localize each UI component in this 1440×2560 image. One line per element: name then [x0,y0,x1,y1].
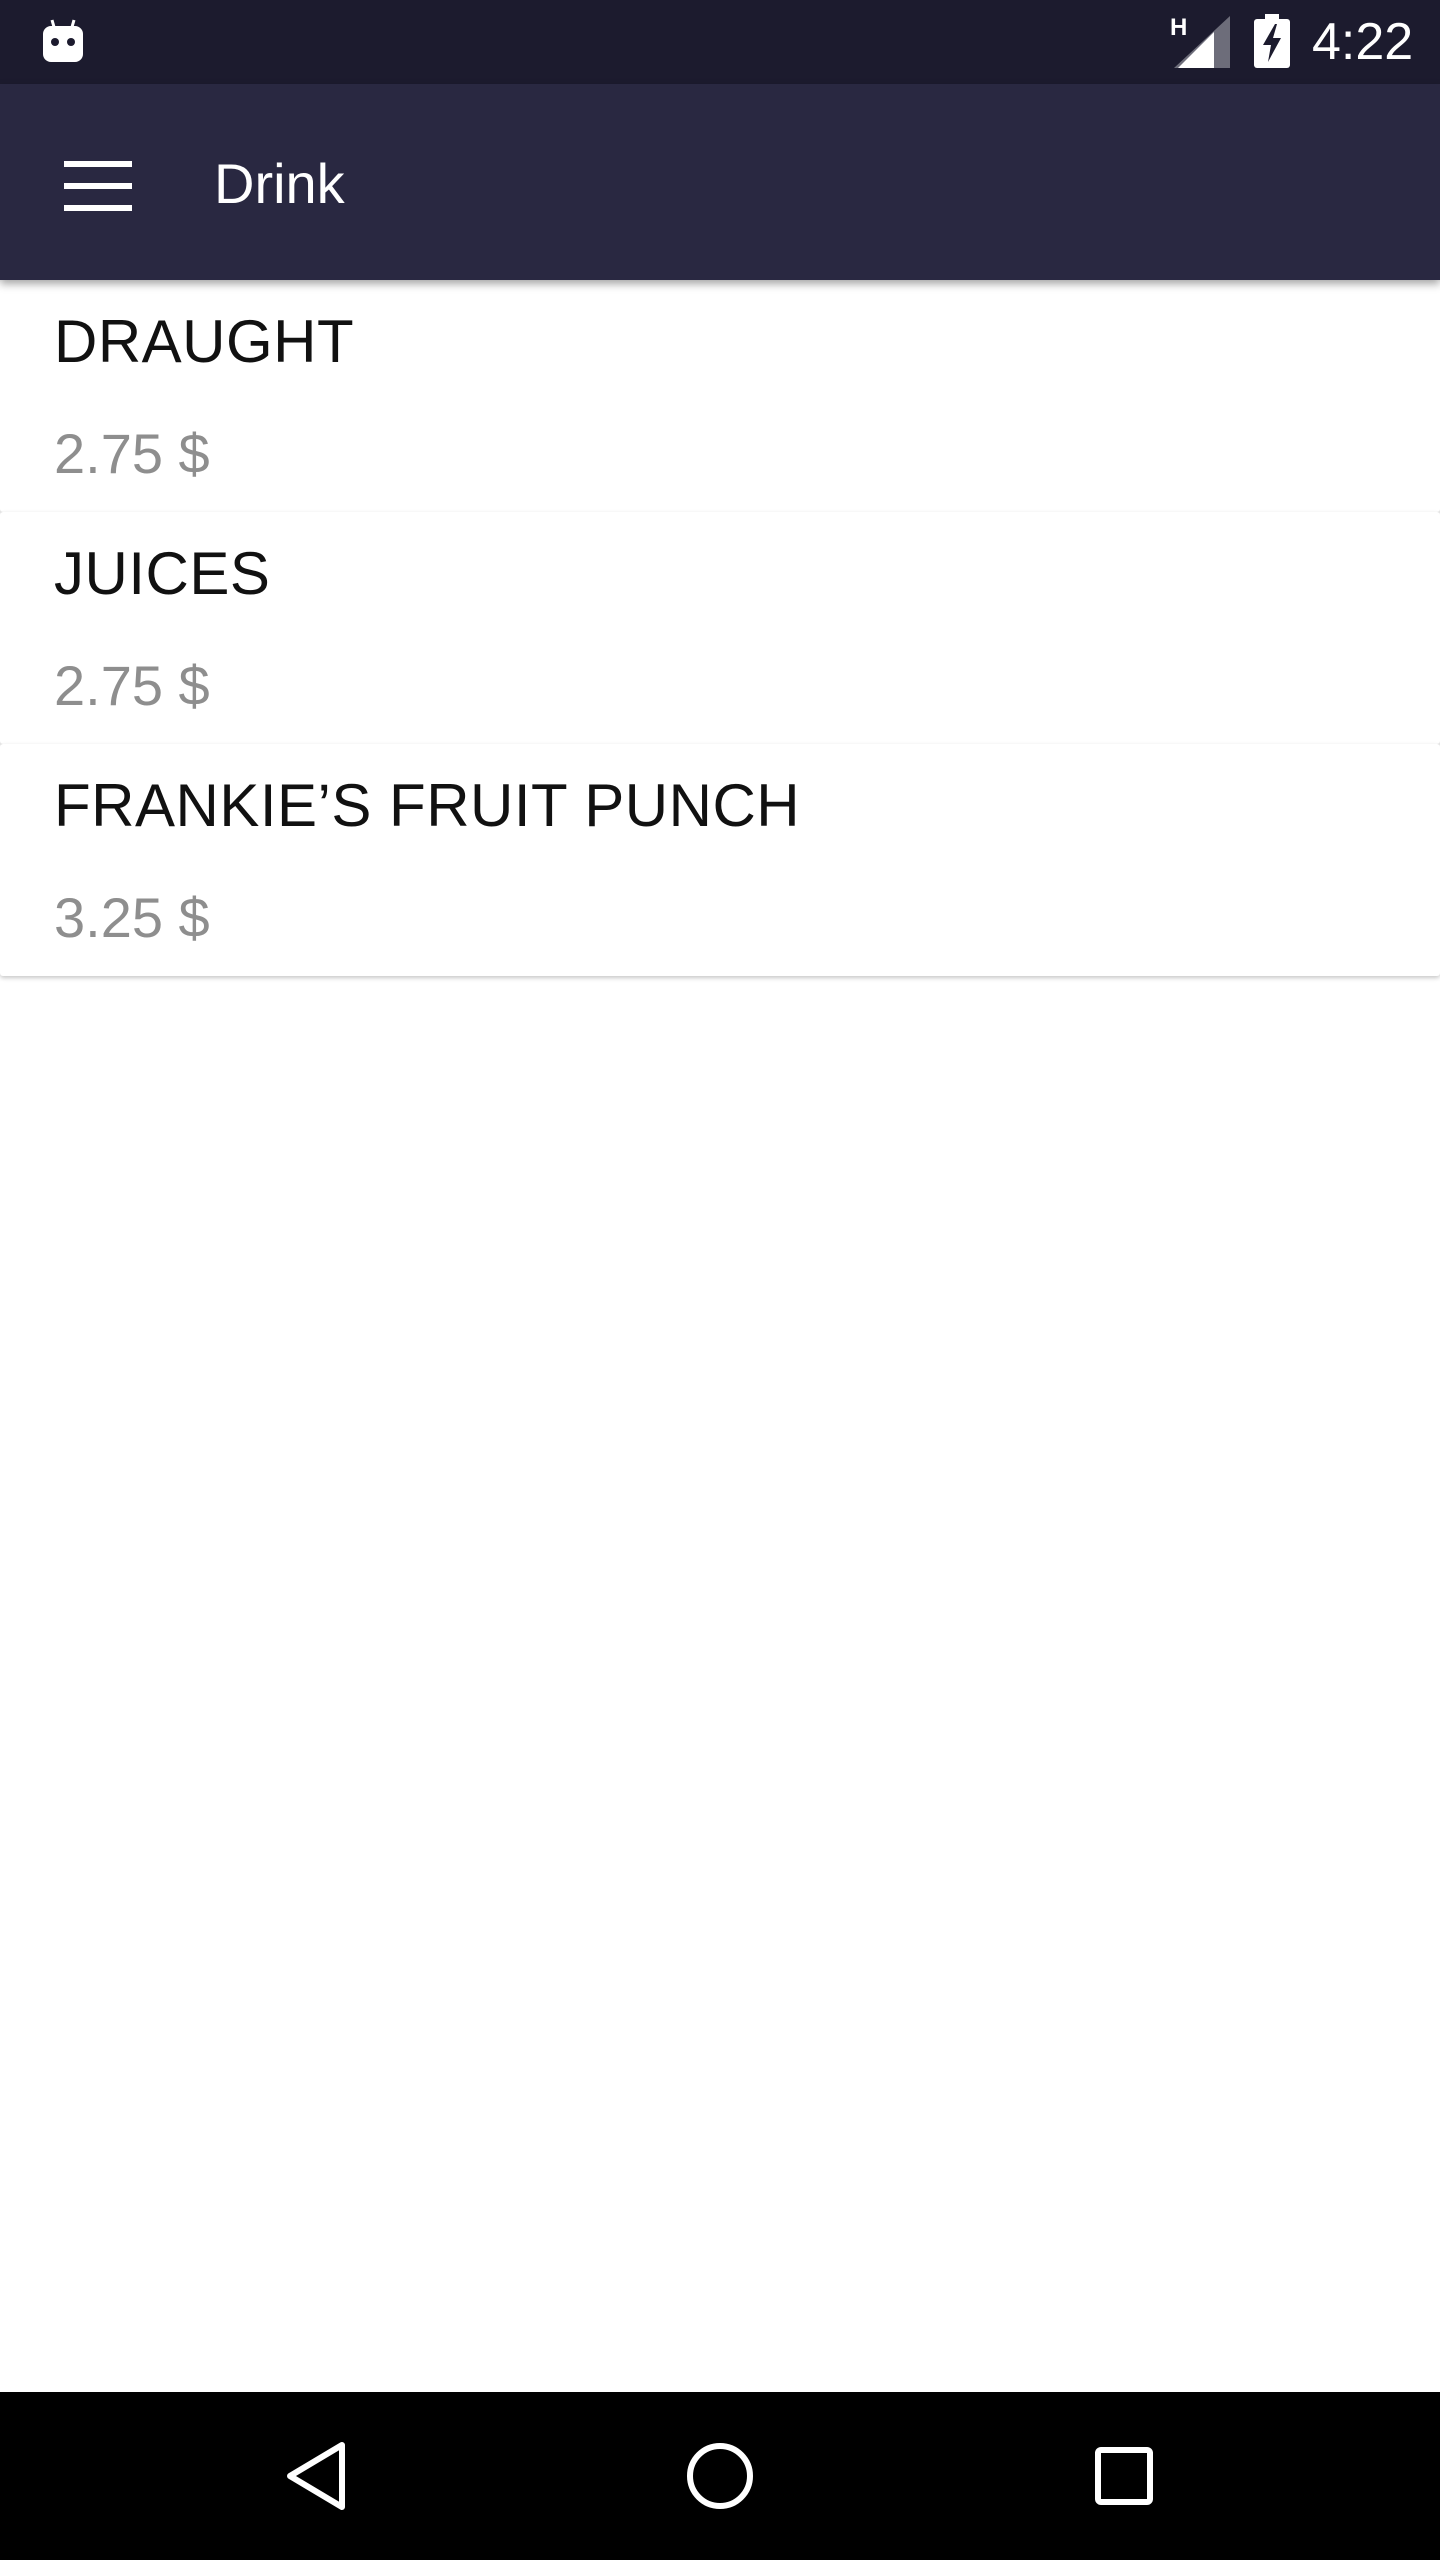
recents-button[interactable] [1074,2426,1174,2526]
app-bar: Drink [0,84,1440,280]
list-item[interactable]: JUICES 2.75 $ [0,512,1440,744]
signal-icon [1174,16,1230,68]
page-title: Drink [214,152,345,215]
menu-button[interactable] [50,138,146,234]
android-notification-icon [43,19,83,62]
clock: 4:22 [1312,13,1414,71]
list-item[interactable]: FRANKIE’S FRUIT PUNCH 3.25 $ [0,744,1440,976]
hamburger-menu-icon [64,161,132,211]
status-bar: H 4:22 [0,0,1440,84]
recents-icon [1095,2447,1153,2505]
item-price: 2.75 $ [54,654,210,717]
drink-list: DRAUGHT 2.75 $ JUICES 2.75 $ FRANKIE’S F… [0,280,1440,976]
item-name: DRAUGHT [54,308,355,375]
navigation-bar [0,2392,1440,2560]
item-price: 3.25 $ [54,886,210,949]
list-item[interactable]: DRAUGHT 2.75 $ [0,280,1440,512]
home-icon [687,2443,753,2509]
home-button[interactable] [670,2426,770,2526]
item-name: JUICES [54,540,271,607]
back-button[interactable] [266,2426,366,2526]
item-price: 2.75 $ [54,422,210,485]
battery-charging-icon [1254,14,1290,68]
item-name: FRANKIE’S FRUIT PUNCH [54,772,801,839]
screen: H 4:22 Drink DRAUGHT 2.75 $ JUICES 2.75 … [0,0,1440,2560]
back-icon [287,2442,345,2510]
